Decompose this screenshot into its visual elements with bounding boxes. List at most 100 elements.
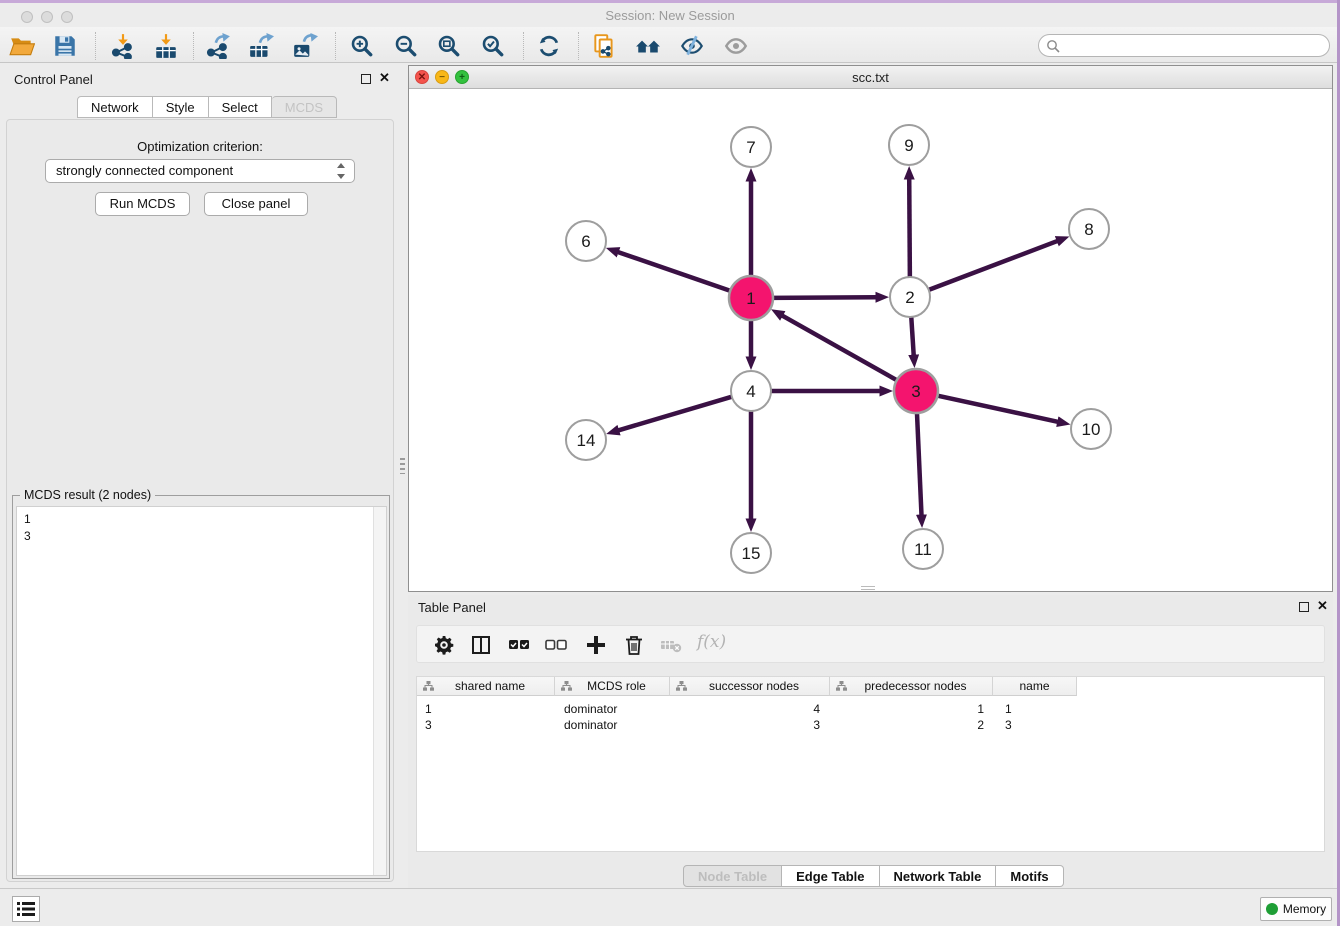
cell-MCDS-role[interactable]: dominator [556, 701, 671, 717]
criterion-select[interactable]: strongly connected component [45, 159, 355, 183]
tab-node-table[interactable]: Node Table [683, 865, 782, 887]
edge-4-14[interactable] [619, 396, 733, 430]
cell-predecessor-nodes[interactable]: 1 [833, 701, 996, 717]
edge-1-6[interactable] [618, 252, 731, 291]
zoom-selected-icon[interactable] [480, 33, 506, 59]
close-panel-icon[interactable]: ✕ [379, 73, 390, 83]
column-header-name[interactable]: name [993, 677, 1077, 696]
select-all-icon[interactable] [507, 633, 531, 657]
tab-mcds[interactable]: MCDS [272, 96, 337, 118]
cell-name[interactable]: 1 [997, 701, 1081, 717]
edge-2-9[interactable] [909, 179, 910, 278]
column-header-shared-name[interactable]: shared name [417, 677, 555, 696]
deselect-all-icon[interactable] [544, 633, 568, 657]
table-header-row: shared name MCDS rolesuccessor nodesprede… [417, 677, 1077, 696]
export-table-icon[interactable] [248, 33, 274, 59]
network-window-title: scc.txt [409, 70, 1332, 85]
float-table-panel-icon[interactable] [1299, 602, 1309, 612]
export-image-icon[interactable] [292, 33, 318, 59]
zoom-fit-icon[interactable] [436, 33, 462, 59]
tab-edge-table[interactable]: Edge Table [782, 865, 879, 887]
mcds-result-group: MCDS result (2 nodes) 1 3 [12, 495, 390, 879]
cell-shared-name[interactable]: 3 [417, 717, 555, 733]
refresh-icon[interactable] [536, 33, 562, 59]
edge-3-11[interactable] [917, 412, 922, 515]
cell-MCDS-role[interactable]: dominator [556, 717, 671, 733]
tab-style[interactable]: Style [153, 96, 209, 118]
table-row[interactable]: 3dominator323 [417, 717, 1324, 733]
task-history-button[interactable] [12, 896, 40, 922]
node-label-3: 3 [911, 382, 920, 401]
column-header-MCDS-role[interactable]: MCDS role [555, 677, 670, 696]
window-resize-grip[interactable] [861, 586, 875, 590]
table-toolbar: f(x) [416, 625, 1325, 663]
select-stepper-icon [336, 163, 346, 179]
list-icon [17, 901, 35, 917]
delete-row-trash-icon[interactable] [622, 633, 646, 657]
edge-2-3[interactable] [911, 316, 913, 355]
add-row-icon[interactable] [584, 633, 608, 657]
edge-1-2[interactable] [772, 297, 876, 298]
cell-predecessor-nodes[interactable]: 2 [833, 717, 996, 733]
search-input[interactable] [1065, 36, 1323, 55]
cell-name[interactable]: 3 [997, 717, 1081, 733]
network-graph-canvas[interactable]: 7968124314101511 [409, 89, 1332, 591]
hide-selected-eye-icon[interactable] [679, 33, 705, 59]
tab-network[interactable]: Network [77, 96, 153, 118]
zoom-in-icon[interactable] [349, 33, 375, 59]
close-panel-button[interactable]: Close panel [204, 192, 308, 216]
mcds-result-text: 1 3 [17, 507, 386, 545]
node-label-6: 6 [581, 232, 590, 251]
edge-3-10[interactable] [937, 395, 1058, 421]
column-label: MCDS role [578, 679, 669, 693]
tab-network-table[interactable]: Network Table [880, 865, 997, 887]
search-field[interactable] [1038, 34, 1330, 57]
cell-successor-nodes[interactable]: 4 [672, 701, 832, 717]
show-columns-icon[interactable] [469, 633, 493, 657]
window-frame-top [0, 0, 1340, 3]
criterion-value: strongly connected component [56, 163, 233, 178]
cell-shared-name[interactable]: 1 [417, 701, 555, 717]
main-titlebar: Session: New Session [0, 3, 1340, 27]
network-window-titlebar[interactable]: ✕ − + scc.txt [409, 66, 1332, 89]
zoom-out-icon[interactable] [393, 33, 419, 59]
node-table[interactable]: shared name MCDS rolesuccessor nodesprede… [416, 676, 1325, 852]
import-network-icon[interactable] [110, 33, 136, 59]
table-row[interactable]: 1dominator411 [417, 701, 1324, 717]
mcds-result-area[interactable]: 1 3 [16, 506, 387, 876]
column-type-icon [676, 681, 687, 691]
save-session-icon[interactable] [52, 33, 78, 59]
column-label: name [1019, 679, 1049, 693]
delete-column-icon[interactable] [659, 633, 683, 657]
column-header-successor-nodes[interactable]: successor nodes [670, 677, 830, 696]
memory-status-icon [1266, 903, 1278, 915]
table-settings-gear-icon[interactable] [432, 633, 456, 657]
table-tabs: Node TableEdge TableNetwork TableMotifs [683, 865, 1064, 887]
column-header-predecessor-nodes[interactable]: predecessor nodes [830, 677, 993, 696]
node-label-15: 15 [742, 544, 761, 563]
edge-3-1[interactable] [782, 316, 897, 381]
apply-function-icon[interactable]: f(x) [697, 632, 726, 652]
column-type-icon [836, 681, 847, 691]
edge-2-8[interactable] [928, 241, 1057, 290]
memory-button[interactable]: Memory [1260, 897, 1332, 921]
export-network-icon[interactable] [205, 33, 231, 59]
home-layout-icon[interactable] [635, 33, 661, 59]
node-label-1: 1 [746, 289, 755, 308]
run-mcds-button[interactable]: Run MCDS [95, 192, 190, 216]
float-panel-icon[interactable] [361, 74, 371, 84]
open-session-icon[interactable] [9, 33, 35, 59]
close-table-panel-icon[interactable]: ✕ [1317, 601, 1328, 611]
status-bar: Memory [0, 888, 1340, 926]
column-type-icon [423, 681, 434, 691]
cell-successor-nodes[interactable]: 3 [672, 717, 832, 733]
tab-motifs[interactable]: Motifs [996, 865, 1063, 887]
clone-network-icon[interactable] [591, 33, 617, 59]
main-toolbar [0, 27, 1340, 63]
result-scrollbar[interactable] [373, 507, 386, 875]
show-all-eye-icon[interactable] [723, 33, 749, 59]
panel-splitter-handle[interactable] [400, 458, 405, 474]
import-table-icon[interactable] [153, 33, 179, 59]
tab-select[interactable]: Select [209, 96, 272, 118]
node-label-8: 8 [1084, 220, 1093, 239]
